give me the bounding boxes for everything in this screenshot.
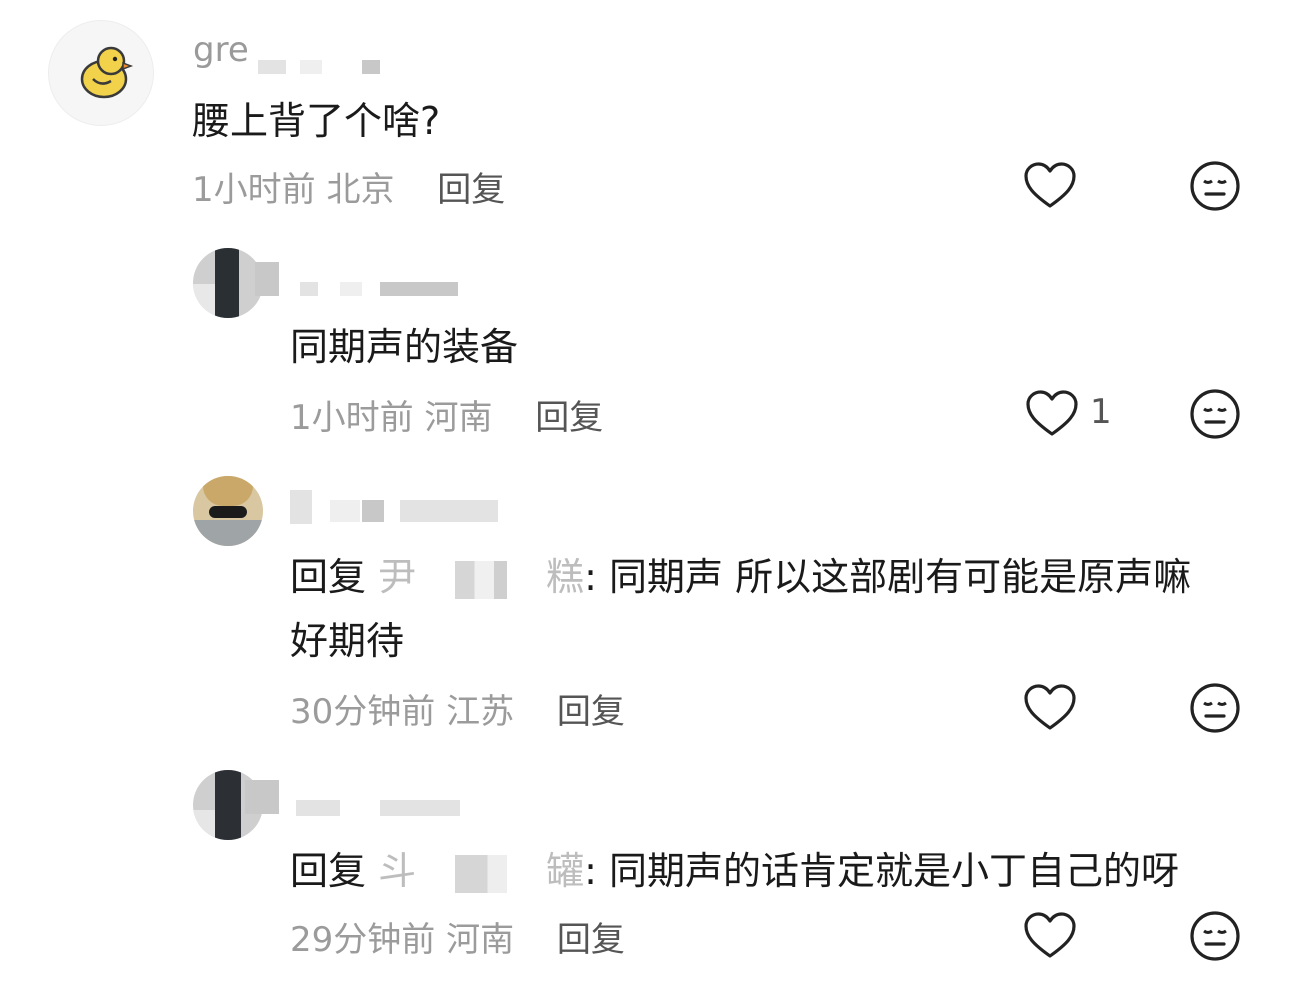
redacted-username — [300, 282, 318, 296]
like-button[interactable] — [1023, 162, 1077, 210]
heart-outline-icon — [1024, 684, 1076, 730]
comment-text-line: 回复 尹 糕: 同期声 所以这部剧有可能是原声嘛 — [290, 546, 1191, 608]
comment-time: 1小时前 — [290, 398, 414, 438]
reply-button[interactable]: 回复 — [437, 170, 505, 210]
user-avatar[interactable] — [193, 476, 263, 546]
dislike-button[interactable] — [1189, 388, 1241, 440]
comment-meta: 30分钟前 江苏 回复 — [290, 684, 625, 733]
like-count: 1 — [1090, 392, 1112, 432]
username[interactable]: gre — [193, 30, 249, 70]
redacted-username — [380, 800, 460, 816]
reply-target-name-end[interactable]: 糕 — [546, 555, 584, 599]
reply-button[interactable]: 回复 — [557, 692, 625, 732]
reply-target-name[interactable]: 尹 — [378, 555, 416, 599]
like-button[interactable] — [1025, 390, 1079, 438]
comment-text: 同期声的装备 — [290, 325, 519, 369]
user-avatar[interactable] — [193, 248, 263, 318]
comment-text-line2: 好期待 — [290, 619, 405, 663]
redacted-username — [290, 490, 312, 524]
meh-face-icon — [1190, 161, 1240, 211]
dislike-button[interactable] — [1189, 910, 1241, 962]
comment-meta: 1小时前 河南 回复 — [290, 390, 603, 439]
comment-text: : 同期声 所以这部剧有可能是原声嘛 — [584, 555, 1192, 599]
comment-text: 腰上背了个啥? — [192, 99, 441, 143]
meh-face-icon — [1190, 683, 1240, 733]
reply-target-name[interactable]: 斗 — [378, 849, 416, 893]
duck-avatar-icon — [80, 46, 134, 99]
comment-text: : 同期声的话肯定就是小丁自己的呀 — [584, 849, 1180, 893]
comment-location: 河南 — [446, 920, 515, 960]
redacted-username — [340, 282, 362, 296]
redacted-username — [255, 262, 279, 296]
heart-outline-icon — [1024, 162, 1076, 208]
comment-meta: 29分钟前 河南 回复 — [290, 912, 625, 961]
comment-time: 1小时前 — [192, 170, 316, 210]
comment-location: 江苏 — [446, 692, 515, 732]
meh-face-icon — [1190, 389, 1240, 439]
comment-time: 29分钟前 — [290, 920, 436, 960]
redacted-username — [400, 500, 498, 522]
heart-outline-icon — [1026, 390, 1078, 436]
meh-face-icon — [1190, 911, 1240, 961]
comment-location: 北京 — [326, 170, 395, 210]
reply-prefix: 回复 — [290, 555, 367, 599]
like-button[interactable] — [1023, 912, 1077, 960]
like-button[interactable] — [1023, 684, 1077, 732]
redacted-username — [380, 282, 458, 296]
comment-meta: 1小时前 北京 回复 — [192, 162, 505, 211]
reply-button[interactable]: 回复 — [557, 920, 625, 960]
comment-time: 30分钟前 — [290, 692, 436, 732]
redacted-username — [330, 500, 360, 522]
dislike-button[interactable] — [1189, 682, 1241, 734]
comment-location: 河南 — [424, 398, 493, 438]
heart-outline-icon — [1024, 912, 1076, 958]
redacted-username — [362, 60, 380, 74]
user-avatar[interactable] — [48, 20, 154, 126]
redacted-reply-target — [416, 854, 547, 893]
comment-text-line: 回复 斗 罐: 同期声的话肯定就是小丁自己的呀 — [290, 840, 1179, 902]
reply-target-name-end[interactable]: 罐 — [546, 849, 584, 893]
redacted-username — [258, 60, 286, 74]
redacted-username — [296, 800, 340, 816]
redacted-username — [245, 780, 279, 814]
dislike-button[interactable] — [1189, 160, 1241, 212]
redacted-username — [300, 60, 322, 74]
reply-prefix: 回复 — [290, 849, 367, 893]
redacted-reply-target — [416, 560, 547, 599]
reply-button[interactable]: 回复 — [535, 398, 603, 438]
redacted-username — [362, 500, 384, 522]
